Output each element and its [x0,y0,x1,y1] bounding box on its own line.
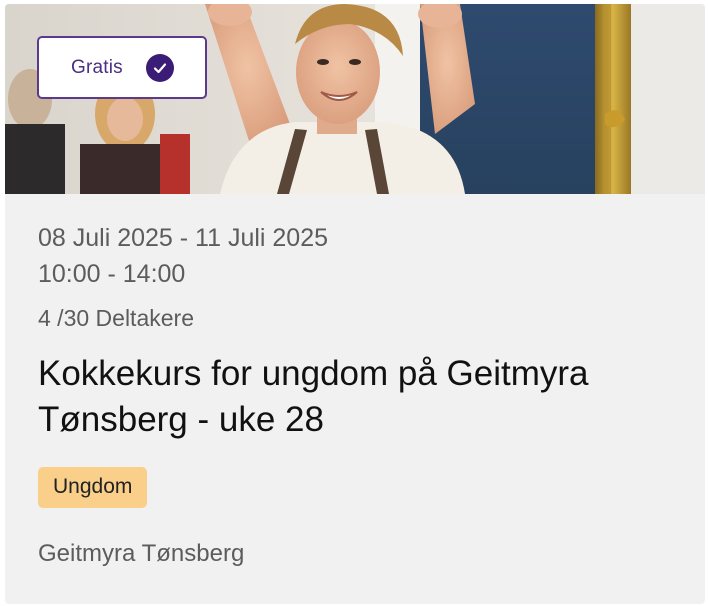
check-circle-icon [145,53,174,82]
event-location: Geitmyra Tønsberg [38,540,245,567]
event-hero-image[interactable]: Gratis [5,4,705,194]
event-details: 08 Juli 2025 - 11 Juli 2025 10:00 - 14:0… [5,194,705,568]
event-card[interactable]: Gratis 08 Juli 2025 - 11 Juli 2025 10:00… [5,4,705,604]
free-badge[interactable]: Gratis [37,36,207,99]
category-tag[interactable]: Ungdom [38,467,148,508]
event-date-range: 08 Juli 2025 - 11 Juli 2025 [38,224,329,252]
event-title[interactable]: Kokkekurs for ungdom på Geitmyra Tønsber… [38,351,688,443]
free-badge-label: Gratis [71,56,123,78]
hero-photo [5,4,705,194]
participant-count: 4 /30 Deltakere [38,305,194,331]
event-time-range: 10:00 - 14:00 [38,260,186,288]
